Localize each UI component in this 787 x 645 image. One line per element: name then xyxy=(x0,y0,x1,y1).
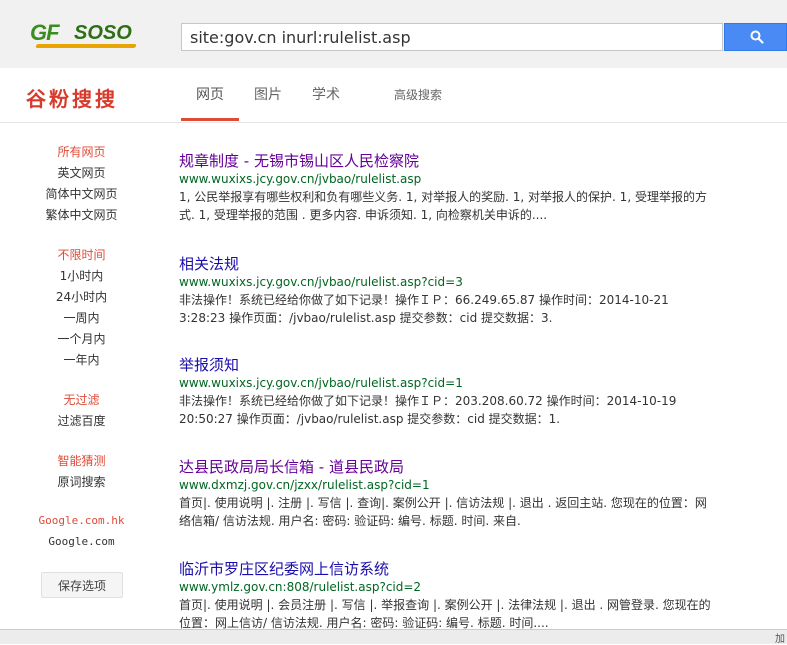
result-snippet: 非法操作！系统已经给你做了如下记录！操作ＩＰ：66.249.65.87 操作时间… xyxy=(179,293,669,325)
gfsoso-logo[interactable]: GF SOSO xyxy=(30,20,138,50)
logo-swoosh xyxy=(35,44,137,48)
sidebar-item-any-time[interactable]: 不限时间 xyxy=(0,246,163,263)
search-result: 规章制度 - 无锡市锡山区人民检察院 www.wuxixs.jcy.gov.cn… xyxy=(179,151,739,224)
status-bar: 加 xyxy=(0,629,787,645)
sidebar-item-traditional[interactable]: 繁体中文网页 xyxy=(0,206,163,223)
result-url: www.ymlz.gov.cn:808/rulelist.asp?cid=2 xyxy=(179,580,422,594)
sidebar-item-simplified[interactable]: 简体中文网页 xyxy=(0,185,163,202)
search-box[interactable] xyxy=(181,23,723,51)
result-title[interactable]: 相关法规 xyxy=(179,254,739,274)
sidebar-item-exact-search[interactable]: 原词搜索 xyxy=(0,473,163,490)
result-snippet: 首页|. 使用说明 |. 注册 |. 写信 |. 查询|. 案例公开 |. 信访… xyxy=(179,496,707,528)
search-button[interactable] xyxy=(724,23,787,51)
brand-title[interactable]: 谷粉搜搜 xyxy=(26,83,118,112)
search-result: 临沂市罗庄区纪委网上信访系统 www.ymlz.gov.cn:808/rulel… xyxy=(179,559,739,632)
sidebar-item-smart-guess[interactable]: 智能猜测 xyxy=(0,452,163,469)
search-result: 达县民政局局长信箱 - 道县民政局 www.dxmzj.gov.cn/jzxx/… xyxy=(179,457,739,530)
tab-images[interactable]: 图片 xyxy=(254,84,282,104)
sidebar-item-week[interactable]: 一周内 xyxy=(0,309,163,326)
sidebar-item-24-hours[interactable]: 24小时内 xyxy=(0,288,163,305)
result-snippet: 非法操作！系统已经给你做了如下记录！操作ＩＰ：203.208.60.72 操作时… xyxy=(179,394,677,426)
result-url: www.wuxixs.jcy.gov.cn/jvbao/rulelist.asp… xyxy=(179,376,463,390)
result-snippet: 1, 公民举报享有哪些权利和负有哪些义务. 1, 对举报人的奖励. 1, 对举报… xyxy=(179,190,707,222)
active-tab-indicator xyxy=(181,118,239,121)
tab-web[interactable]: 网页 xyxy=(196,84,224,104)
sidebar-item-google-com[interactable]: Google.com xyxy=(0,535,163,548)
logo-soso: SOSO xyxy=(74,22,132,44)
search-result: 举报须知 www.wuxixs.jcy.gov.cn/jvbao/rulelis… xyxy=(179,355,739,428)
sidebar-item-1-hour[interactable]: 1小时内 xyxy=(0,267,163,284)
search-icon xyxy=(750,30,764,44)
result-title[interactable]: 达县民政局局长信箱 - 道县民政局 xyxy=(179,457,739,477)
logo-gf: GF xyxy=(30,20,60,45)
sidebar-item-year[interactable]: 一年内 xyxy=(0,351,163,368)
tab-scholar[interactable]: 学术 xyxy=(312,84,340,104)
sidebar-item-filter-baidu[interactable]: 过滤百度 xyxy=(0,412,163,429)
result-title[interactable]: 规章制度 - 无锡市锡山区人民检察院 xyxy=(179,151,739,171)
result-title[interactable]: 举报须知 xyxy=(179,355,739,375)
result-url: www.dxmzj.gov.cn/jzxx/rulelist.asp?cid=1 xyxy=(179,478,430,492)
sidebar-item-english[interactable]: 英文网页 xyxy=(0,164,163,181)
sidebar-item-all-pages[interactable]: 所有网页 xyxy=(0,143,163,160)
search-result: 相关法规 www.wuxixs.jcy.gov.cn/jvbao/rulelis… xyxy=(179,254,739,327)
sidebar-item-no-filter[interactable]: 无过滤 xyxy=(0,391,163,408)
top-bar: GF SOSO xyxy=(0,0,787,68)
search-input[interactable] xyxy=(182,24,710,50)
result-snippet: 首页|. 使用说明 |. 会员注册 |. 写信 |. 举报查询 |. 案例公开 … xyxy=(179,598,711,630)
result-url: www.wuxixs.jcy.gov.cn/jvbao/rulelist.asp xyxy=(179,172,422,186)
sidebar-item-google-hk[interactable]: Google.com.hk xyxy=(0,514,163,527)
result-url: www.wuxixs.jcy.gov.cn/jvbao/rulelist.asp… xyxy=(179,275,463,289)
sidebar-item-month[interactable]: 一个月内 xyxy=(0,330,163,347)
result-title[interactable]: 临沂市罗庄区纪委网上信访系统 xyxy=(179,559,739,579)
save-options-button[interactable]: 保存选项 xyxy=(41,572,123,598)
advanced-search-link[interactable]: 高级搜索 xyxy=(394,86,442,103)
nav-bar: 谷粉搜搜 网页 图片 学术 高级搜索 xyxy=(0,68,787,123)
